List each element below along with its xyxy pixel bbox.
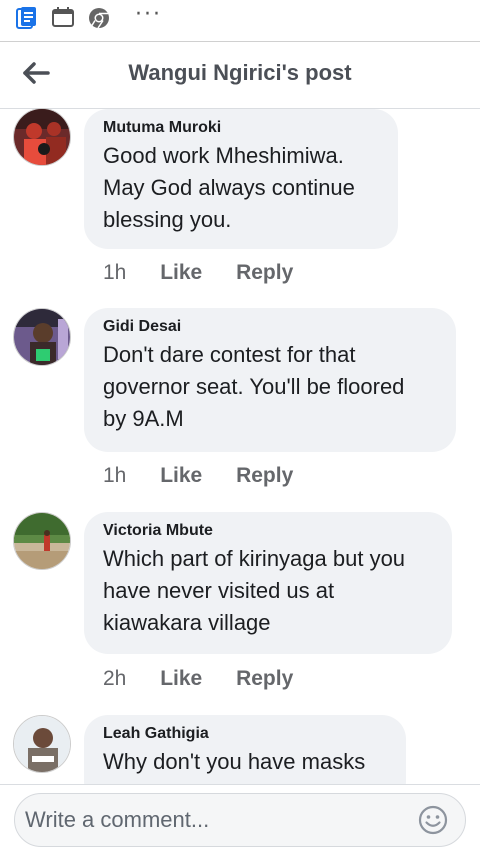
reply-button[interactable]: Reply [236,464,293,487]
comment-bubble: Gidi Desai Don't dare contest for that g… [84,308,456,452]
document-icon [16,7,36,29]
avatar[interactable] [13,308,71,366]
calendar-icon [52,7,74,27]
more-icon: ··· [135,2,162,27]
page-title: Wangui Ngirici's post [128,60,352,85]
avatar[interactable] [13,715,71,773]
app-bar: Wangui Ngirici's post [0,41,480,109]
comment-text: Why don't you have masks [103,749,366,774]
comment-actions: 1h Like Reply [103,464,321,488]
like-button[interactable]: Like [160,667,202,690]
comment-input[interactable]: Write a comment... [14,793,466,847]
comment-bubble: Leah Gathigia Why don't you have masks [84,715,406,784]
comments-feed[interactable]: Mutuma Muroki Good work Mheshimiwa. May … [0,108,480,784]
comment-bubble: Victoria Mbute Which part of kirinyaga b… [84,512,452,654]
reply-button[interactable]: Reply [236,261,293,284]
comment-author[interactable]: Mutuma Muroki [103,119,380,137]
comment-text: Good work Mheshimiwa. May God always con… [103,143,355,232]
status-bar: ··· [0,0,480,40]
comment-time: 1h [103,464,127,487]
avatar[interactable] [13,512,71,570]
comment-time: 1h [103,261,127,284]
comment-text: Don't dare contest for that governor sea… [103,342,405,431]
comment-time: 2h [103,667,127,690]
chrome-icon [89,8,109,29]
comment-placeholder: Write a comment... [25,807,210,832]
comment-bubble: Mutuma Muroki Good work Mheshimiwa. May … [84,109,398,249]
like-button[interactable]: Like [160,464,202,487]
reply-button[interactable]: Reply [236,667,293,690]
comment-text: Which part of kirinyaga but you have nev… [103,546,406,635]
comment-actions: 2h Like Reply [103,667,321,691]
comment-author[interactable]: Gidi Desai [103,318,438,336]
emoji-icon[interactable] [417,804,449,836]
comment-author[interactable]: Victoria Mbute [103,522,434,540]
like-button[interactable]: Like [160,261,202,284]
comment-composer: Write a comment... [0,784,480,855]
comment-actions: 1h Like Reply [103,261,321,285]
comment-author[interactable]: Leah Gathigia [103,725,388,743]
avatar[interactable] [13,108,71,166]
